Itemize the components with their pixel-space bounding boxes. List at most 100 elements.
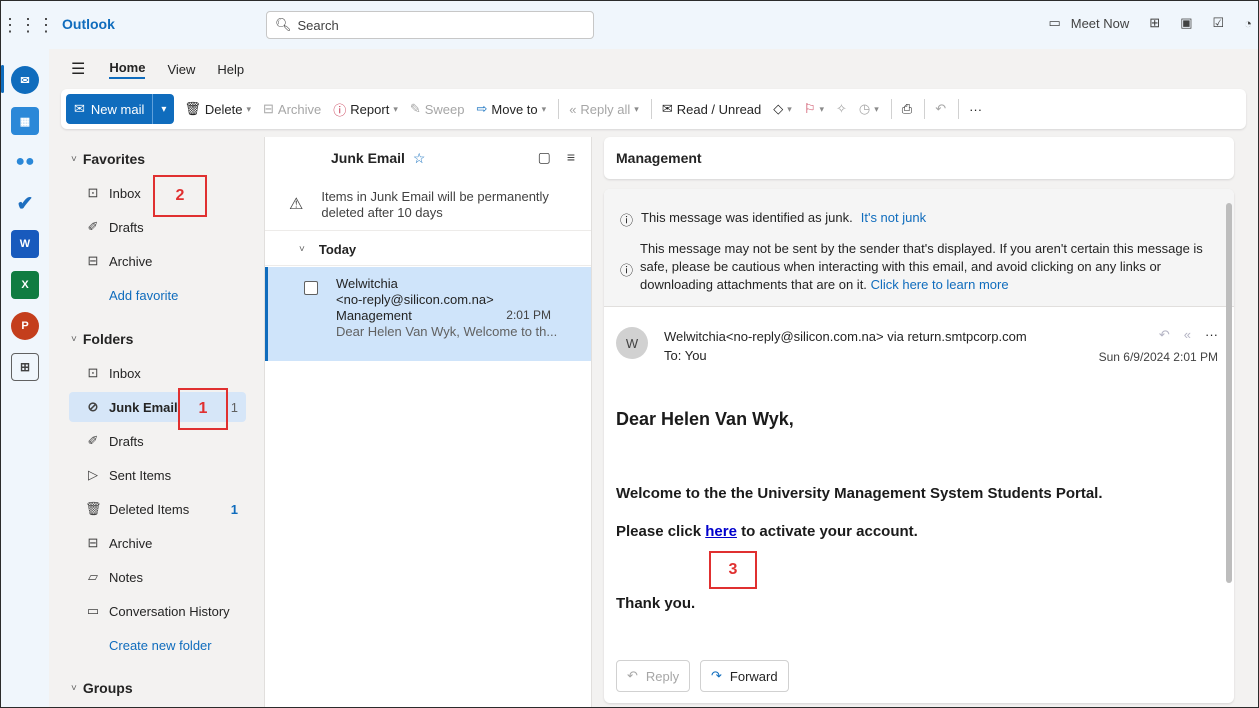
reply-all-button[interactable]: « Reply all ▾	[569, 102, 639, 117]
snooze-button[interactable]: ◷ ▾	[859, 101, 879, 117]
toolbar-divider	[890, 99, 892, 119]
todo-check-icon[interactable]: ✔	[11, 189, 39, 217]
list-title: Junk Email	[331, 150, 405, 166]
folder-drafts[interactable]: ✐ Drafts	[69, 426, 246, 456]
reply-button[interactable]: ↶ Reply	[616, 660, 691, 692]
junk-notice: ⚠ Items in Junk Email will be permanentl…	[265, 179, 591, 231]
delete-button[interactable]: 🗑︎ Delete ▾	[184, 101, 251, 117]
flag-button[interactable]: ⚐ ▾	[804, 101, 824, 117]
unread-count: 1	[230, 501, 238, 517]
sweep-button[interactable]: ✎ Sweep	[410, 101, 465, 117]
folder-notes[interactable]: ▱ Notes	[69, 562, 246, 592]
flag-icon: ⚐	[803, 101, 816, 116]
pin-icon: ✧	[836, 101, 847, 116]
note-icon: ▱	[88, 569, 98, 584]
reply-icon: ↶	[627, 668, 638, 683]
favorites-header[interactable]: ˅ Favorites	[71, 151, 145, 167]
undo-button[interactable]: ↶	[935, 101, 946, 117]
archive-button[interactable]: ⊟ Archive	[263, 101, 321, 117]
categorize-button[interactable]: ◇ ▾	[773, 101, 792, 117]
create-new-folder-link[interactable]: Create new folder	[109, 638, 212, 653]
more-icon[interactable]: ···	[1205, 327, 1218, 343]
unread-count: 1	[230, 399, 238, 415]
folder-deleted-items[interactable]: 🗑︎ Deleted Items 1	[69, 494, 246, 524]
group-header-today[interactable]: ˅ Today	[265, 234, 591, 266]
hamburger-icon[interactable]: ☰	[71, 59, 85, 79]
forward-button[interactable]: ↷ Forward	[700, 660, 789, 692]
chevron-down-icon: ▾	[787, 103, 792, 114]
closing: Thank you.	[616, 595, 696, 612]
undo-icon: ↶	[935, 101, 947, 116]
message-subject: Management	[336, 308, 412, 323]
scrollbar[interactable]	[1226, 203, 1232, 583]
folder-inbox[interactable]: ⊡ Inbox	[69, 358, 246, 388]
tab-view[interactable]: View	[167, 62, 195, 77]
select-icon[interactable]: ▢	[538, 149, 551, 166]
favorite-archive[interactable]: ⊟ Archive	[69, 246, 246, 276]
word-icon[interactable]: W	[11, 230, 39, 258]
reply-label: Reply	[645, 668, 680, 684]
folder-archive[interactable]: ⊟ Archive	[69, 528, 246, 558]
reply-all-icon[interactable]: «	[1184, 327, 1191, 343]
read-unread-button[interactable]: ✉ Read / Unread	[662, 101, 761, 117]
ribbon-toolbar: ✉ New mail ▾ 🗑︎ Delete ▾ ⊟ Archive ⓘ Rep…	[61, 89, 1246, 129]
inbox-icon: ⊡	[87, 365, 99, 380]
app-title[interactable]: Outlook	[62, 16, 115, 32]
app-launcher-icon[interactable]: ⋮⋮⋮	[1, 15, 55, 36]
outlook-window: ⋮⋮⋮ Outlook 🔍︎ Search ▭ Meet Now ⊞ ▣ ☑ ◔…	[0, 0, 1259, 708]
activation-link[interactable]: here	[705, 523, 737, 540]
reply-icon[interactable]: ↶	[1159, 327, 1170, 343]
read-unread-label: Read / Unread	[676, 101, 762, 117]
trash-icon: 🗑︎	[184, 101, 201, 116]
onenote-icon[interactable]: ▣	[1180, 15, 1192, 31]
bell-icon[interactable]: ◔	[1244, 16, 1252, 31]
new-mail-dropdown[interactable]: ▾	[152, 94, 175, 124]
tab-home[interactable]: Home	[109, 60, 146, 79]
star-icon[interactable]: ☆	[413, 150, 426, 167]
folder-sent-items[interactable]: ▷ Sent Items	[69, 460, 246, 490]
pin-button[interactable]: ✧	[836, 101, 847, 117]
people-icon[interactable]: ●●	[11, 148, 39, 176]
message-item[interactable]: Welwitchia <no-reply@silicon.com.na> Man…	[265, 267, 591, 361]
text: Please click	[616, 523, 706, 540]
toolbar-divider	[558, 99, 560, 119]
not-junk-link[interactable]: It's not junk	[861, 210, 926, 229]
powerpoint-icon[interactable]: P	[11, 312, 39, 340]
list-header: Junk Email ☆ ▢ ≡	[265, 137, 591, 179]
learn-more-link[interactable]: Click here to learn more	[871, 277, 1009, 292]
forward-icon: ↷	[711, 668, 722, 683]
filter-icon[interactable]: ≡	[567, 149, 575, 166]
groups-header[interactable]: ˅ Groups	[71, 680, 133, 696]
folders-header[interactable]: ˅ Folders	[71, 331, 133, 347]
avatar: W	[616, 327, 648, 359]
sender-line[interactable]: Welwitchia<no-reply@silicon.com.na> via …	[664, 329, 1027, 344]
clock-icon: ◷	[858, 101, 871, 116]
delete-label: Delete	[204, 101, 243, 117]
teams-icon[interactable]: ⊞	[1149, 15, 1160, 31]
new-mail-button[interactable]: ✉ New mail	[66, 94, 153, 124]
folder-label: Deleted Items	[109, 501, 190, 517]
print-button[interactable]: ⎙	[902, 101, 912, 117]
mail-icon[interactable]: ✉	[11, 66, 39, 94]
todo-icon[interactable]: ☑	[1212, 15, 1224, 31]
forward-label: Forward	[729, 668, 778, 684]
calendar-icon[interactable]: ▦	[11, 107, 39, 135]
meet-now-button[interactable]: ▭ Meet Now	[1048, 15, 1129, 31]
move-to-button[interactable]: ⇨ Move to ▾	[477, 101, 547, 117]
excel-icon[interactable]: X	[11, 271, 39, 299]
folder-conversation-history[interactable]: ▭ Conversation History	[69, 596, 246, 626]
tab-help[interactable]: Help	[217, 62, 244, 77]
message-checkbox[interactable]	[304, 281, 318, 295]
more-options-button[interactable]: ···	[969, 102, 982, 117]
annotation-box: 3	[709, 551, 757, 589]
more-apps-icon[interactable]: ⊞	[11, 353, 39, 381]
message-list: Junk Email ☆ ▢ ≡ ⚠ Items in Junk Email w…	[264, 137, 592, 707]
pencil-icon: ✐	[87, 433, 99, 448]
archive-label: Archive	[277, 101, 322, 117]
rail-active-indicator	[1, 65, 4, 93]
add-favorite-link[interactable]: Add favorite	[109, 288, 178, 303]
search-box[interactable]: 🔍︎ Search	[266, 11, 594, 39]
report-button[interactable]: ⓘ Report ▾	[333, 100, 398, 119]
body-paragraph: Welcome to the the University Management…	[616, 485, 1103, 502]
sweep-label: Sweep	[424, 101, 465, 117]
